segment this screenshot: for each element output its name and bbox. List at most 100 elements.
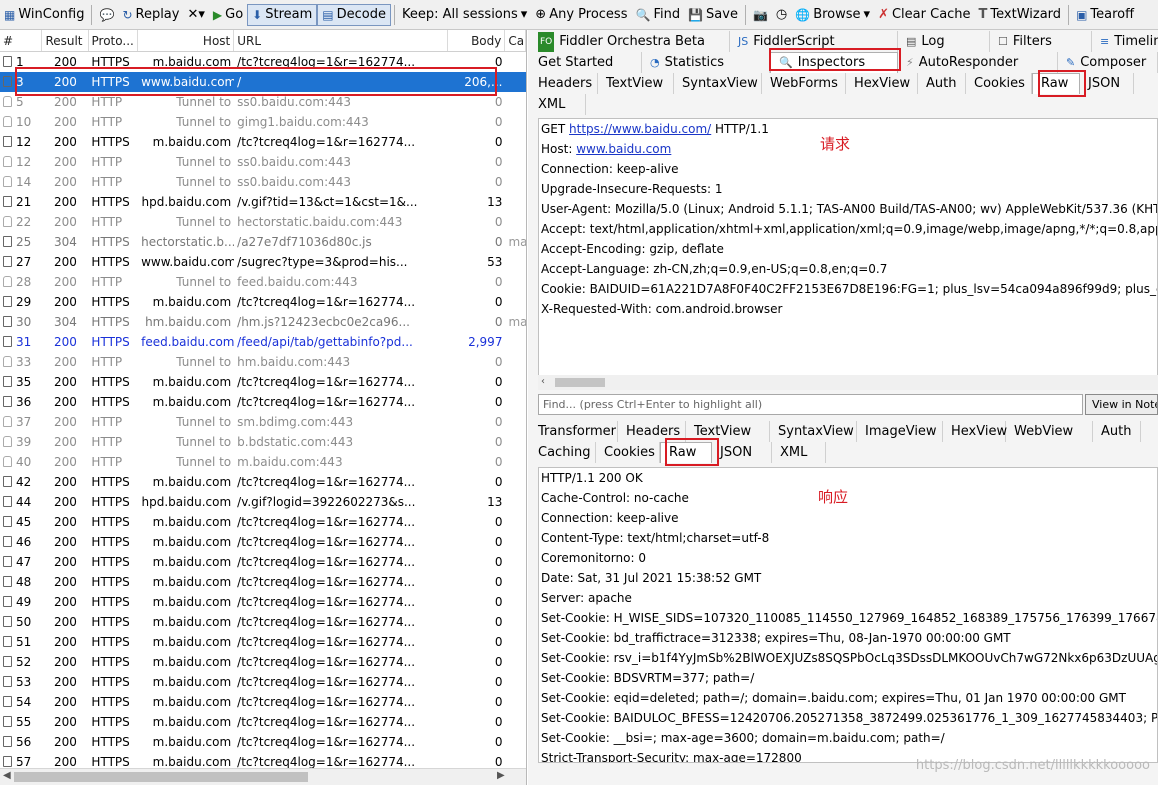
session-row[interactable]: 33 200 HTTP Tunnel to hm.baidu.com:443 0 [0,352,526,372]
browse-button[interactable]: 🌐 Browse ▾ [791,3,874,27]
session-row[interactable]: 47 200 HTTPS m.baidu.com/tc?tcreq4log=1&r=1… [0,552,526,572]
session-row[interactable]: 55 200 HTTPS m.baidu.com/tc?tcreq4log=1&r=1… [0,712,526,732]
timer-button[interactable]: ◷ [772,3,791,27]
tab-autoresponder[interactable]: ⚡ AutoResponder [898,52,1058,73]
tab-fiddler-orchestra[interactable]: FO Fiddler Orchestra Beta [530,31,730,52]
session-row[interactable]: 31 200 HTTPS feed.baidu.com/feed/api/tab/ge… [0,332,526,352]
req-tab-textview[interactable]: TextView [598,73,674,94]
request-raw-text[interactable]: GET https://www.baidu.com/ HTTP/1.1 Host… [538,118,1158,380]
tab-get-started[interactable]: Get Started [530,52,642,73]
tab-timeline[interactable]: ≡Timeline [1092,31,1158,52]
resp-tab-transformer[interactable]: Transformer [530,421,618,442]
session-row[interactable]: 14 200 HTTP Tunnel to ss0.baidu.com:443 0 [0,172,526,192]
session-row[interactable]: 49 200 HTTPS m.baidu.com/tc?tcreq4log=1&r=1… [0,592,526,612]
session-row[interactable]: 48 200 HTTPS m.baidu.com/tc?tcreq4log=1&r=1… [0,572,526,592]
session-row[interactable]: 37 200 HTTP Tunnel to sm.bdimg.com:443 0 [0,412,526,432]
resp-tab-raw[interactable]: Raw [660,442,712,463]
req-tab-webforms[interactable]: WebForms [762,73,846,94]
replay-button[interactable]: ↻ Replay [118,3,183,27]
resp-tab-caching[interactable]: Caching [530,442,596,463]
find-button[interactable]: 🔍 Find [631,3,684,27]
find-input[interactable]: Find... (press Ctrl+Enter to highlight a… [538,394,1083,415]
tab-fiddlerscript[interactable]: JS FiddlerScript [730,31,898,52]
go-button[interactable]: ▶ Go [209,3,247,27]
column-header-number[interactable]: # [0,30,43,51]
session-row[interactable]: 50 200 HTTPS m.baidu.com/tc?tcreq4log=1&r=1… [0,612,526,632]
session-row[interactable]: 54 200 HTTPS m.baidu.com/tc?tcreq4log=1&r=1… [0,692,526,712]
request-horizontal-scrollbar[interactable]: ‹ [538,375,1158,390]
session-row[interactable]: 35 200 HTTPS m.baidu.com/tc?tcreq4log=1&r=1… [0,372,526,392]
session-row[interactable]: 3 200 HTTPS www.baidu.com/ 206,... [0,72,526,92]
column-header-result[interactable]: Result [42,30,89,51]
session-row[interactable]: 53 200 HTTPS m.baidu.com/tc?tcreq4log=1&r=1… [0,672,526,692]
session-row[interactable]: 5 200 HTTP Tunnel to ss0.baidu.com:443 0 [0,92,526,112]
column-header-body[interactable]: Body [448,30,506,51]
resp-tab-imageview[interactable]: ImageView [857,421,943,442]
session-row[interactable]: 22 200 HTTP Tunnel to hectorstatic.baidu.com… [0,212,526,232]
req-tab-raw[interactable]: Raw [1032,73,1080,94]
resp-tab-cookies[interactable]: Cookies [596,442,660,463]
comment-button[interactable]: 💬 [95,3,118,27]
tab-log[interactable]: ▤ Log [898,31,990,52]
tab-filters[interactable]: ☐ Filters [990,31,1092,52]
keep-sessions-dropdown[interactable]: Keep: All sessions ▾ [398,3,531,27]
column-header-caching[interactable]: Ca [505,30,526,51]
session-row[interactable]: 52 200 HTTPS m.baidu.com/tc?tcreq4log=1&r=1… [0,652,526,672]
req-tab-cookies[interactable]: Cookies [966,73,1032,94]
session-row[interactable]: 25 304 HTTPS hectorstatic.b.../a27e7df71036… [0,232,526,252]
session-row[interactable]: 46 200 HTTPS m.baidu.com/tc?tcreq4log=1&r=1… [0,532,526,552]
session-row[interactable]: 10 200 HTTP Tunnel to gimg1.baidu.com:443 0 [0,112,526,132]
column-header-url[interactable]: URL [234,30,449,51]
session-row[interactable]: 51 200 HTTPS m.baidu.com/tc?tcreq4log=1&r=1… [0,632,526,652]
resp-tab-webview[interactable]: WebView [1006,421,1093,442]
session-row[interactable]: 28 200 HTTP Tunnel to feed.baidu.com:443 0 [0,272,526,292]
req-tab-xml[interactable]: XML [530,94,586,115]
stream-button[interactable]: ⬇ Stream [247,3,318,26]
view-in-notepad-button[interactable]: View in Notepad [1085,394,1158,415]
session-row[interactable]: 1 200 HTTPS m.baidu.com/tc?tcreq4log=1&r=16… [0,52,526,72]
resp-tab-headers[interactable]: Headers [618,421,686,442]
session-row[interactable]: 12 200 HTTP Tunnel to ss0.baidu.com:443 0 [0,152,526,172]
scroll-right-icon[interactable]: ▶ [497,770,505,781]
host-link[interactable]: www.baidu.com [576,142,671,156]
remove-button[interactable]: ✕▾ [183,3,208,27]
session-row[interactable]: 36 200 HTTPS m.baidu.com/tc?tcreq4log=1&r=1… [0,392,526,412]
session-row[interactable]: 40 200 HTTP Tunnel to m.baidu.com:443 0 [0,452,526,472]
screenshot-button[interactable]: 📷 [749,3,772,27]
resp-tab-textview[interactable]: TextView [686,421,770,442]
resp-tab-json[interactable]: JSON [712,442,772,463]
scrollbar-thumb[interactable] [555,378,605,387]
session-row[interactable]: 39 200 HTTP Tunnel to b.bdstatic.com:443 0 [0,432,526,452]
scroll-left-icon[interactable]: ‹ [541,376,545,387]
resp-tab-syntaxview[interactable]: SyntaxView [770,421,857,442]
tab-statistics[interactable]: ◔ Statistics [642,52,770,73]
column-header-protocol[interactable]: Proto... [89,30,139,51]
scroll-left-icon[interactable]: ◀ [3,770,11,781]
resp-tab-auth[interactable]: Auth [1093,421,1141,442]
req-tab-json[interactable]: JSON [1080,73,1134,94]
request-url-link[interactable]: https://www.baidu.com/ [569,122,711,136]
session-row[interactable]: 21 200 HTTPS hpd.baidu.com/v.gif?tid=13&ct=… [0,192,526,212]
winconfig-button[interactable]: ▦ WinConfig [0,3,88,27]
session-row[interactable]: 30 304 HTTPS hm.baidu.com/hm.js?12423ecbc0e… [0,312,526,332]
session-row[interactable]: 42 200 HTTPS m.baidu.com/tc?tcreq4log=1&r=1… [0,472,526,492]
session-row[interactable]: 27 200 HTTPS www.baidu.com/sugrec?type=3&pr… [0,252,526,272]
req-tab-headers[interactable]: Headers [530,73,598,94]
decode-button[interactable]: ▤ Decode [317,3,391,26]
textwizard-button[interactable]: T TextWizard [975,3,1066,27]
session-list-horizontal-scrollbar[interactable]: ◀ ▶ [0,768,526,785]
req-tab-syntaxview[interactable]: SyntaxView [674,73,762,94]
save-button[interactable]: 💾 Save [684,3,742,27]
any-process-button[interactable]: ⊕ Any Process [531,3,631,27]
column-header-host[interactable]: Host [138,30,235,51]
tab-inspectors[interactable]: 🔍 Inspectors [770,52,898,73]
session-row[interactable]: 45 200 HTTPS m.baidu.com/tc?tcreq4log=1&r=1… [0,512,526,532]
req-tab-hexview[interactable]: HexView [846,73,918,94]
resp-tab-xml[interactable]: XML [772,442,826,463]
session-row[interactable]: 12 200 HTTPS m.baidu.com/tc?tcreq4log=1&r=1… [0,132,526,152]
req-tab-auth[interactable]: Auth [918,73,966,94]
session-row[interactable]: 44 200 HTTPS hpd.baidu.com/v.gif?logid=3922… [0,492,526,512]
session-row[interactable]: 29 200 HTTPS m.baidu.com/tc?tcreq4log=1&r=1… [0,292,526,312]
response-raw-text[interactable]: HTTP/1.1 200 OK Cache-Control: no-cache … [538,467,1158,763]
scrollbar-thumb[interactable] [14,772,308,782]
